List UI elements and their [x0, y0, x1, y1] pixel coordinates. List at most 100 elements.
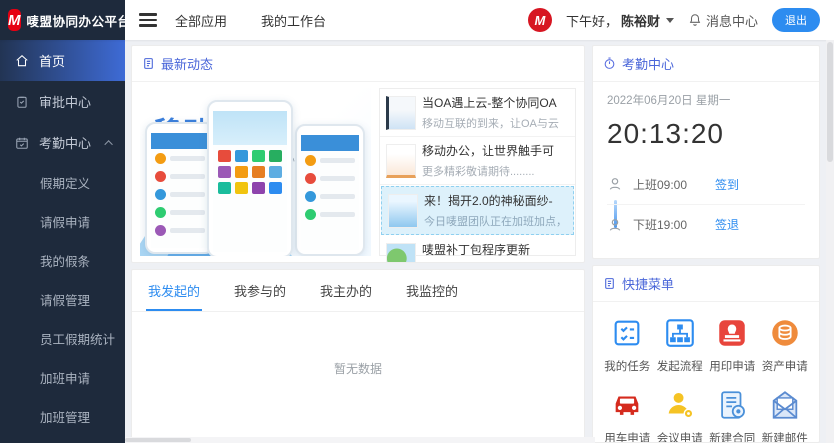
vertical-scrollbar[interactable] [826, 40, 834, 443]
contract-icon [715, 388, 749, 422]
main-content: 最新动态 移动办公 帮你领先同行 把工作带出办公室 [125, 40, 826, 443]
quick-menu-card: 快捷菜单 我的任务 发起流程 用印申请 资产申请 [592, 265, 820, 443]
sidebar-item-attendance-center[interactable]: 考勤中心 [0, 122, 125, 163]
greeting-text: 下午好， [566, 11, 618, 30]
user-name: 陈裕财 [621, 11, 660, 30]
quick-menu-grid: 我的任务 发起流程 用印申请 资产申请 用车申请 [593, 302, 819, 443]
top-navigation: 全部应用 我的工作台 [175, 11, 326, 30]
my-tasks-card: 我发起的 我参与的 我主办的 我监控的 暂无数据 [131, 269, 585, 443]
attendance-row-evening: 下班19:00 签退 [607, 204, 805, 244]
document-icon [603, 277, 616, 290]
phone-mockup-left [145, 122, 215, 254]
sidebar: 首页 审批中心 考勤中心 假期定义 请假申请 我的假条 请假管理 员工假期统计 … [0, 40, 125, 443]
card-title: 考勤中心 [622, 54, 674, 73]
news-thumbnail [386, 144, 416, 178]
attendance-row-morning: 上班09:00 签到 [607, 164, 805, 204]
document-icon [142, 57, 155, 70]
sidebar-item-home[interactable]: 首页 [0, 40, 125, 81]
brand-logo-icon: M [8, 9, 21, 31]
quick-seal-request[interactable]: 用印申请 [706, 316, 759, 374]
shift-label: 上班09:00 [633, 176, 705, 193]
sidebar-sub-holiday-definition[interactable]: 假期定义 [0, 163, 125, 202]
phone-mockup-center [207, 100, 293, 256]
news-subtitle: 移动互联的到来，让OA与云 [422, 115, 559, 131]
mobile-office-banner[interactable]: 移动办公 帮你领先同行 把工作带出办公室 [140, 88, 371, 256]
quick-meeting-request[interactable]: 会议申请 [654, 388, 707, 443]
latest-news-card: 最新动态 移动办公 帮你领先同行 把工作带出办公室 [131, 45, 585, 263]
car-icon [610, 388, 644, 422]
scrollbar-thumb[interactable] [827, 42, 833, 162]
attendance-clock: 20:13:20 [607, 118, 805, 150]
tab-initiated-by-me[interactable]: 我发起的 [146, 270, 202, 311]
horizontal-scrollbar[interactable] [125, 437, 595, 443]
quick-label: 用印申请 [709, 358, 755, 374]
person-icon [607, 217, 623, 233]
quick-start-flow[interactable]: 发起流程 [654, 316, 707, 374]
app-title: 唛盟协同办公平台 [27, 11, 131, 30]
news-title: 唛盟补丁包程序更新 [422, 241, 565, 258]
news-thumbnail [386, 96, 416, 130]
stopwatch-icon [603, 57, 616, 70]
scrollbar-thumb[interactable] [125, 438, 191, 442]
news-item-highlighted[interactable]: 来！揭开2.0的神秘面纱- 今日唛盟团队正在加班加点， [381, 186, 574, 235]
quick-my-tasks[interactable]: 我的任务 [601, 316, 654, 374]
check-out-link[interactable]: 签退 [715, 216, 739, 233]
news-list: 当OA遇上云-整个协同OA 移动互联的到来，让OA与云 移动办公，让世界触手可 … [379, 88, 576, 256]
asset-icon [768, 316, 802, 350]
mail-icon [768, 388, 802, 422]
quick-asset-request[interactable]: 资产申请 [759, 316, 812, 374]
news-subtitle: 更多精彩敬请期待........ [422, 163, 554, 179]
sidebar-sub-employee-holiday-stats[interactable]: 员工假期统计 [0, 319, 125, 358]
clipboard-icon [15, 95, 29, 109]
news-subtitle: 为了营造更好的客户体验，唛 [422, 262, 565, 263]
quick-new-contract[interactable]: 新建合同 [706, 388, 759, 443]
nav-all-apps[interactable]: 全部应用 [175, 11, 227, 30]
news-thumbnail [386, 243, 416, 264]
sidebar-sub-my-leave-notes[interactable]: 我的假条 [0, 241, 125, 280]
news-title: 移动办公，让世界触手可 [422, 142, 554, 159]
quick-new-mail[interactable]: 新建邮件 [759, 388, 812, 443]
tab-participated-by-me[interactable]: 我参与的 [232, 270, 288, 311]
meeting-icon [663, 388, 697, 422]
sidebar-sub-overtime-request[interactable]: 加班申请 [0, 358, 125, 397]
nav-my-workbench[interactable]: 我的工作台 [261, 11, 326, 30]
quick-label: 发起流程 [657, 358, 703, 374]
logout-button[interactable]: 退出 [772, 8, 820, 32]
phone-mockup-right [295, 124, 365, 256]
bell-icon [688, 13, 702, 27]
app-header: M 唛盟协同办公平台 全部应用 我的工作台 M 下午好， 陈裕财 消息中心 退出 [0, 0, 834, 40]
tab-hosted-by-me[interactable]: 我主办的 [318, 270, 374, 311]
menu-toggle-icon[interactable] [139, 10, 157, 30]
sidebar-item-label: 考勤中心 [39, 133, 91, 152]
news-item[interactable]: 移动办公，让世界触手可 更多精彩敬请期待........ [380, 137, 575, 185]
empty-state-text: 暂无数据 [132, 360, 584, 377]
attendance-card: 考勤中心 2022年06月20日 星期一 20:13:20 上班09:00 签到… [592, 45, 820, 259]
message-center[interactable]: 消息中心 [688, 11, 758, 30]
sidebar-sub-overtime-management[interactable]: 加班管理 [0, 397, 125, 436]
quick-label: 新建合同 [709, 430, 755, 443]
quick-label: 资产申请 [762, 358, 808, 374]
news-item[interactable]: 唛盟补丁包程序更新 为了营造更好的客户体验，唛 [380, 236, 575, 263]
sidebar-item-label: 首页 [39, 51, 65, 70]
sidebar-item-label: 审批中心 [39, 92, 91, 111]
news-item[interactable]: 当OA遇上云-整个协同OA 移动互联的到来，让OA与云 [380, 89, 575, 137]
sidebar-sub-leave-management[interactable]: 请假管理 [0, 280, 125, 319]
quick-label: 会议申请 [657, 430, 703, 443]
flow-icon [663, 316, 697, 350]
check-in-link[interactable]: 签到 [715, 176, 739, 193]
calendar-icon [15, 136, 29, 150]
quick-label: 用车申请 [604, 430, 650, 443]
home-icon [15, 54, 29, 68]
chevron-down-icon [666, 18, 674, 23]
sidebar-item-approval-center[interactable]: 审批中心 [0, 81, 125, 122]
quick-vehicle-request[interactable]: 用车申请 [601, 388, 654, 443]
tab-monitored-by-me[interactable]: 我监控的 [404, 270, 460, 311]
news-title: 当OA遇上云-整个协同OA [422, 94, 559, 111]
news-subtitle: 今日唛盟团队正在加班加点， [424, 213, 567, 229]
user-avatar[interactable]: M [528, 8, 552, 32]
sidebar-sub-leave-request[interactable]: 请假申请 [0, 202, 125, 241]
card-title: 最新动态 [161, 54, 213, 73]
user-greeting[interactable]: 下午好， 陈裕财 [566, 11, 674, 30]
chevron-up-icon [104, 140, 112, 148]
quick-label: 我的任务 [604, 358, 650, 374]
